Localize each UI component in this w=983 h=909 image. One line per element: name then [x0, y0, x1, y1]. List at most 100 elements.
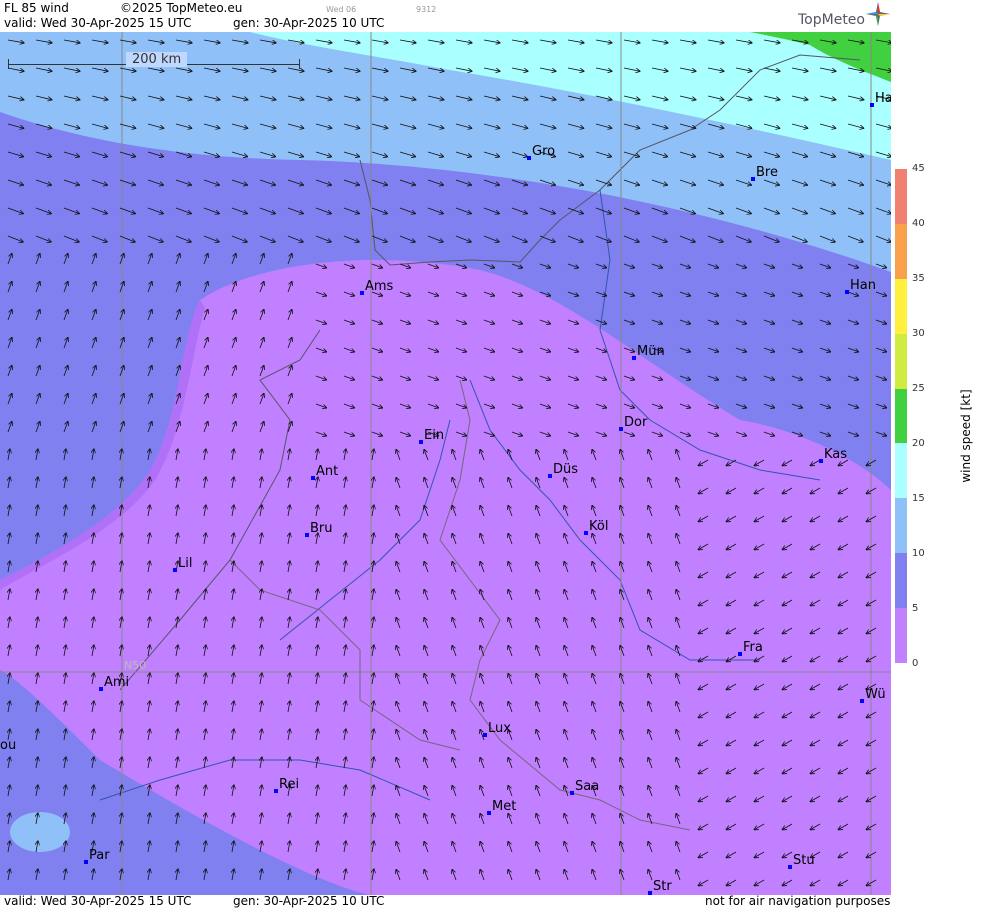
footer-disclaimer: not for air navigation purposes: [705, 894, 891, 908]
city-label: Stu: [793, 853, 815, 868]
city-dot: [311, 476, 315, 480]
footer-valid: valid: Wed 30-Apr-2025 15 UTC: [4, 894, 192, 908]
legend-tick-label: 30: [912, 328, 925, 339]
city-label: Saa: [575, 779, 599, 794]
city-dot: [860, 699, 864, 703]
legend-tick-label: 5: [912, 603, 919, 614]
run-code: 9312: [416, 5, 437, 14]
city-marker-dor[interactable]: Dor: [619, 415, 648, 431]
city-label: Met: [492, 799, 516, 814]
city-label: Ein: [424, 428, 444, 443]
scale-label: 200 km: [126, 52, 188, 67]
legend-tick-label: 15: [912, 493, 925, 504]
city-dot: [584, 531, 588, 535]
lat-label: N50: [124, 659, 146, 672]
city-dot: [173, 568, 177, 572]
legend-swatch: [895, 608, 907, 664]
city-marker-bru[interactable]: Bru: [305, 521, 333, 537]
city-dot: [751, 177, 755, 181]
city-label: Lil: [178, 556, 192, 571]
legend-title: wind speed [kt]: [959, 389, 973, 483]
legend-tick-label: 40: [912, 218, 925, 229]
city-label: Ant: [316, 464, 338, 479]
copyright: ©2025 TopMeteo.eu: [120, 1, 243, 15]
compass-star-icon: [866, 2, 890, 26]
city-dot: [870, 103, 874, 107]
legend-tick-label: 35: [912, 273, 925, 284]
city-label: Han: [850, 278, 876, 293]
legend-tick-label: 20: [912, 438, 925, 449]
city-marker-lux[interactable]: Lux: [483, 721, 511, 737]
city-dot: [274, 789, 278, 793]
city-label: Rei: [279, 777, 299, 792]
scale-bar: 200 km: [8, 52, 300, 71]
city-dot: [845, 290, 849, 294]
wind-map-svg: N50 Gro Bre Ha Ams Han Mün Dor Ein Kas Ant Düs Bru K…: [0, 32, 891, 895]
city-dot: [419, 440, 423, 444]
city-label: Köl: [589, 519, 608, 534]
logo-text: TopMeteo: [798, 12, 865, 28]
legend-swatch: [895, 278, 907, 335]
city-dot: [619, 427, 623, 431]
city-dot: [548, 474, 552, 478]
city-marker-ou[interactable]: ou: [0, 738, 16, 753]
city-marker-ant[interactable]: Ant: [311, 464, 338, 480]
city-marker-han[interactable]: Han: [845, 278, 876, 294]
city-dot: [99, 687, 103, 691]
band-patch-paris: [10, 812, 70, 852]
city-label: Str: [653, 879, 672, 894]
city-label: Ami: [104, 675, 129, 690]
valid-time: valid: Wed 30-Apr-2025 15 UTC: [4, 16, 192, 30]
topmeteo-logo[interactable]: TopMeteo: [798, 12, 865, 28]
city-label: Ams: [365, 279, 394, 294]
legend-swatch: [895, 169, 907, 225]
product-title: FL 85 wind: [4, 1, 69, 15]
city-label: Par: [89, 848, 110, 863]
city-label: Lux: [488, 721, 511, 736]
city-label: Bre: [756, 165, 778, 180]
city-marker-düs[interactable]: Düs: [548, 462, 578, 478]
city-dot: [570, 791, 574, 795]
city-label: ou: [0, 738, 16, 753]
city-dot: [487, 811, 491, 815]
legend-swatch: [895, 333, 907, 390]
city-label: Gro: [532, 144, 555, 159]
legend-tick-label: 0: [912, 658, 919, 669]
city-marker-saa[interactable]: Saa: [570, 779, 599, 795]
city-dot: [788, 865, 792, 869]
city-dot: [819, 459, 823, 463]
city-marker-ami[interactable]: Ami: [99, 675, 129, 691]
legend-swatch: [895, 553, 907, 609]
legend-swatch: [895, 223, 907, 280]
city-dot: [527, 156, 531, 160]
legend-swatch: [895, 498, 907, 554]
city-dot: [360, 291, 364, 295]
city-marker-ams[interactable]: Ams: [360, 279, 394, 295]
city-marker-kas[interactable]: Kas: [819, 447, 847, 463]
gen-time: gen: 30-Apr-2025 10 UTC: [233, 16, 385, 30]
city-label: Wü: [865, 687, 886, 702]
city-label: Mün: [637, 344, 665, 359]
city-label: Kas: [824, 447, 847, 462]
footer: valid: Wed 30-Apr-2025 15 UTC gen: 30-Ap…: [0, 894, 983, 909]
city-marker-met[interactable]: Met: [487, 799, 516, 815]
day-code: Wed 06: [326, 5, 357, 14]
city-marker-gro[interactable]: Gro: [527, 144, 555, 160]
legend-tick-label: 10: [912, 548, 925, 559]
city-dot: [305, 533, 309, 537]
legend-swatch: [895, 443, 907, 499]
city-label: Düs: [553, 462, 578, 477]
wind-map[interactable]: N50 Gro Bre Ha Ams Han Mün Dor Ein Kas Ant Düs Bru K…: [0, 32, 891, 895]
legend-swatch: [895, 388, 907, 444]
wind-speed-legend: [895, 169, 907, 664]
city-dot: [483, 733, 487, 737]
legend-tick-label: 25: [912, 383, 925, 394]
city-dot: [84, 860, 88, 864]
city-marker-mün[interactable]: Mün: [632, 344, 665, 360]
city-label: Dor: [624, 415, 648, 430]
city-marker-bre[interactable]: Bre: [751, 165, 778, 181]
legend-tick-label: 45: [912, 163, 925, 174]
footer-gen: gen: 30-Apr-2025 10 UTC: [233, 894, 385, 908]
city-dot: [632, 356, 636, 360]
city-label: Fra: [743, 640, 763, 655]
